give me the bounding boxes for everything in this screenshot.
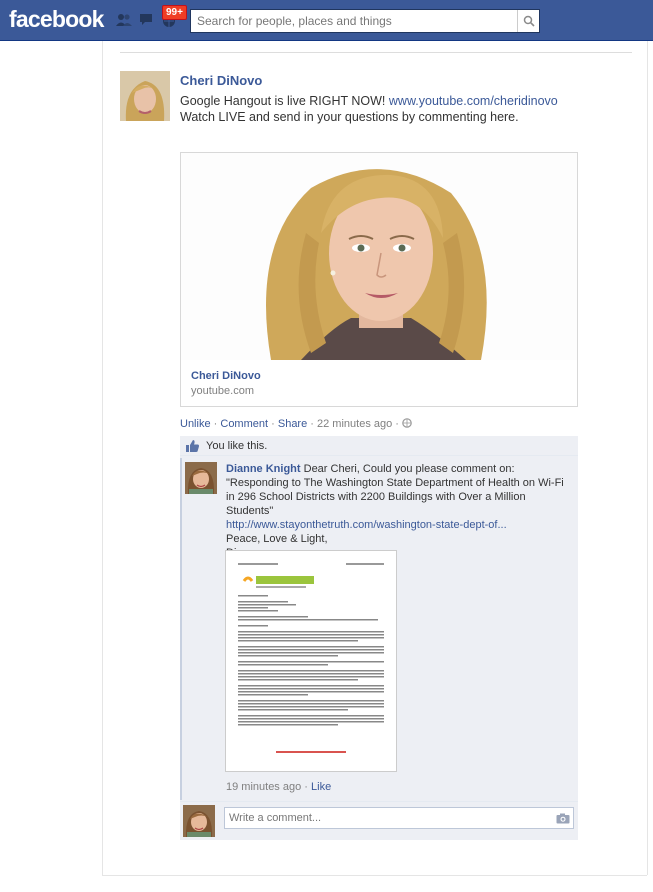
feedback-section: You like this. Dianne Knight Dear Cheri,… xyxy=(180,436,578,840)
shared-link-title[interactable]: Cheri DiNovo xyxy=(191,370,261,382)
share-link[interactable]: Share xyxy=(278,418,307,430)
bottom-divider xyxy=(102,875,647,876)
thumbs-up-icon xyxy=(186,440,200,452)
right-divider xyxy=(647,41,648,875)
comment-item: Dianne Knight Dear Cheri, Could you plea… xyxy=(180,458,578,800)
commenter-avatar[interactable] xyxy=(185,462,217,494)
search-input[interactable] xyxy=(191,10,517,32)
left-divider xyxy=(102,41,103,875)
post-timestamp[interactable]: 22 minutes ago xyxy=(317,418,392,430)
post-message-link[interactable]: www.youtube.com/cheridinovo xyxy=(389,94,558,108)
comment-signoff: Peace, Love & Light, xyxy=(226,533,328,545)
search-icon xyxy=(523,15,535,27)
post-author-name[interactable]: Cheri DiNovo xyxy=(180,73,262,88)
author-avatar[interactable] xyxy=(120,71,170,121)
friend-requests-icon[interactable] xyxy=(115,12,133,28)
attach-photo-button[interactable] xyxy=(553,808,573,828)
search-button[interactable] xyxy=(517,10,539,32)
messages-icon[interactable] xyxy=(138,12,156,28)
comment-meta: 19 minutes ago · Like xyxy=(226,781,332,793)
shared-link-preview[interactable]: Cheri DiNovo youtube.com xyxy=(180,152,578,407)
post-message-text: Google Hangout is live RIGHT NOW! xyxy=(180,94,386,108)
comment-input[interactable] xyxy=(225,808,553,828)
comment-input-box xyxy=(224,807,574,829)
facebook-logo[interactable]: facebook xyxy=(9,6,104,33)
comment-timestamp[interactable]: 19 minutes ago xyxy=(226,781,301,793)
likes-row: You like this. xyxy=(180,436,578,456)
search-bar xyxy=(190,9,540,33)
attached-document-image[interactable] xyxy=(225,550,397,772)
post-message: Google Hangout is live RIGHT NOW! www.yo… xyxy=(180,93,600,125)
post-message-text-2: Watch LIVE and send in your questions by… xyxy=(180,110,519,124)
story-separator xyxy=(120,52,632,53)
comment-like-link[interactable]: Like xyxy=(311,781,331,793)
shared-link-source: youtube.com xyxy=(191,385,254,397)
notification-badge: 99+ xyxy=(162,5,187,20)
viewer-avatar[interactable] xyxy=(183,805,215,837)
comment-composer xyxy=(180,801,578,840)
commenter-name[interactable]: Dianne Knight xyxy=(226,463,301,475)
comment-link[interactable]: Comment xyxy=(220,418,268,430)
camera-icon xyxy=(556,813,570,823)
shared-link-image[interactable] xyxy=(181,153,577,360)
likes-text: You like this. xyxy=(206,440,268,452)
globe-icon[interactable] xyxy=(402,418,412,428)
post-actions: Unlike · Comment · Share · 22 minutes ag… xyxy=(180,418,412,430)
comment-body: Dianne Knight Dear Cheri, Could you plea… xyxy=(226,462,571,560)
comment-link[interactable]: http://www.stayonthetruth.com/washington… xyxy=(226,519,507,531)
top-navigation-bar: facebook 99+ xyxy=(0,0,653,41)
unlike-link[interactable]: Unlike xyxy=(180,418,211,430)
